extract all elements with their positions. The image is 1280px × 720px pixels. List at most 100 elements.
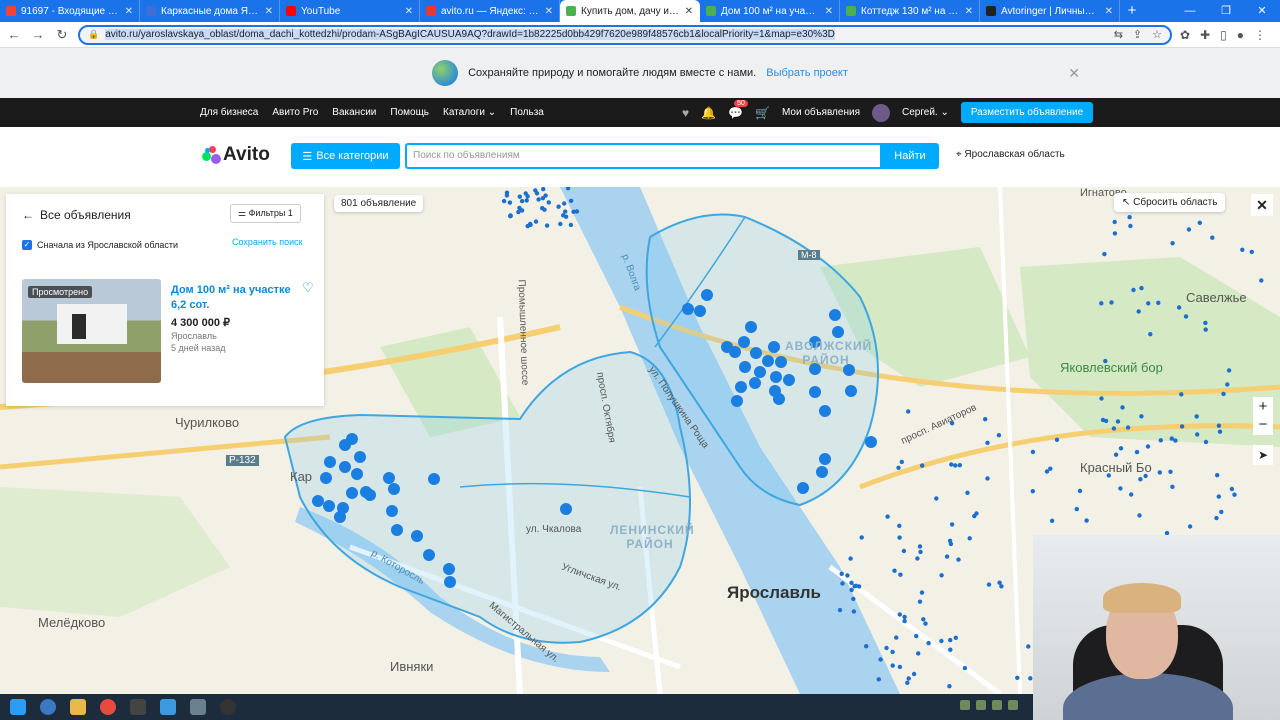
listing-dot[interactable] [985,440,990,445]
windows-start-icon[interactable] [10,699,26,715]
browser-tab[interactable]: Каркасные дома Ярославль ✕ [140,0,280,22]
listing-dot[interactable] [916,651,921,656]
listing-dot[interactable] [1216,423,1222,428]
tab-close-icon[interactable]: ✕ [825,6,833,17]
listing-dot[interactable] [902,618,907,624]
listing-dot[interactable] [906,676,911,681]
listing-dot[interactable] [997,580,1002,585]
listing-dot[interactable] [1240,247,1245,252]
sidepanel-icon[interactable]: ▯ [1220,28,1227,42]
listing-marker[interactable] [444,576,456,588]
chat-icon[interactable]: 💬 50 [728,99,748,120]
address-bar[interactable]: 🔒 avito.ru/yaroslavskaya_oblast/doma_dac… [78,24,1173,45]
avito-logo[interactable]: Avito [202,144,270,166]
listing-dot[interactable] [1112,219,1117,225]
listing-dot[interactable] [501,198,507,204]
app-icon[interactable] [220,699,236,715]
listing-dot[interactable] [1112,231,1118,236]
listing-dot[interactable] [1103,418,1109,424]
listing-dot[interactable] [1138,477,1143,482]
listing-dot[interactable] [953,463,958,468]
listing-dot[interactable] [885,514,890,519]
listing-marker[interactable] [739,361,751,373]
listing-marker[interactable] [731,395,743,407]
listing-dot[interactable] [1044,469,1050,474]
listing-dot[interactable] [556,204,561,209]
listing-dot[interactable] [1115,419,1121,424]
listing-marker[interactable] [749,377,761,389]
listing-dot[interactable] [944,554,950,559]
listing-dot[interactable] [890,649,895,655]
listing-dot[interactable] [1232,492,1237,497]
listing-dot[interactable] [1125,425,1131,430]
listing-dot[interactable] [1134,449,1140,455]
profile-icon[interactable]: ● [1237,28,1244,42]
listing-dot[interactable] [1137,513,1142,518]
listing-marker[interactable] [865,436,877,448]
close-window-icon[interactable]: ✕ [1244,0,1280,22]
listing-marker[interactable] [797,482,809,494]
listing-dot[interactable] [534,191,540,196]
topnav-link[interactable]: Для бизнеса [200,107,258,118]
listing-dot[interactable] [1173,438,1178,443]
listing-dot[interactable] [948,647,953,652]
listing-dot[interactable] [541,187,546,192]
listing-marker[interactable] [411,530,423,542]
listing-dot[interactable] [1129,492,1134,497]
listing-dot[interactable] [1176,305,1182,310]
puzzle-icon[interactable]: ✚ [1200,28,1210,42]
listing-marker[interactable] [351,468,363,480]
listing-dot[interactable] [1120,405,1125,410]
listing-dot[interactable] [905,680,910,685]
reset-area-button[interactable]: ↖ Сбросить область [1114,193,1226,212]
my-ads-link[interactable]: Мои объявления [782,107,860,118]
reload-icon[interactable]: ↻ [54,27,70,43]
listing-dot[interactable] [1074,506,1080,512]
listing-dot[interactable] [897,664,903,670]
listing-dot[interactable] [1118,486,1123,491]
listing-dot[interactable] [859,535,864,540]
listing-dot[interactable] [1203,439,1209,445]
search-button[interactable]: Найти [881,143,939,169]
listing-dot[interactable] [1131,287,1136,293]
listing-dot[interactable] [967,536,972,541]
region-selector[interactable]: ⌖ Ярославская область [956,149,1065,160]
listing-marker[interactable] [829,309,841,321]
listing-dot[interactable] [568,222,574,228]
tab-close-icon[interactable]: ✕ [125,6,133,17]
listing-marker[interactable] [391,524,403,536]
listing-marker[interactable] [832,326,844,338]
listing-dot[interactable] [519,198,525,204]
back-to-all-listings[interactable]: ← Все объявления [22,208,131,222]
tray-icon[interactable] [992,700,1002,710]
listing-dot[interactable] [1179,392,1184,397]
listing-dot[interactable] [884,645,889,651]
listing-marker[interactable] [443,563,455,575]
chrome-icon[interactable] [100,699,116,715]
listing-dot[interactable] [921,617,926,622]
listing-dot[interactable] [840,581,845,586]
menu-dots-icon[interactable]: ⋮ [1254,28,1266,42]
listing-dot[interactable] [504,190,510,195]
tab-close-icon[interactable]: ✕ [405,6,413,17]
listing-dot[interactable] [878,657,883,662]
listing-marker[interactable] [770,371,782,383]
listing-dot[interactable] [837,607,843,613]
listing-dot[interactable] [1170,484,1175,489]
listing-dot[interactable] [1145,444,1151,449]
listing-marker[interactable] [682,303,694,315]
listing-marker[interactable] [783,374,795,386]
listing-dot[interactable] [926,640,931,646]
listing-dot[interactable] [849,580,854,585]
listing-dot[interactable] [508,213,513,218]
listing-marker[interactable] [735,381,747,393]
listing-dot[interactable] [546,200,551,205]
bell-icon[interactable]: 🔔 [701,106,716,120]
listing-dot[interactable] [939,638,944,644]
listing-dot[interactable] [897,612,902,617]
forward-arrow-icon[interactable]: → [30,27,46,42]
listing-dot[interactable] [1146,301,1151,306]
listing-dot[interactable] [1214,515,1219,521]
listing-dot[interactable] [1026,644,1031,649]
listing-marker[interactable] [845,385,857,397]
